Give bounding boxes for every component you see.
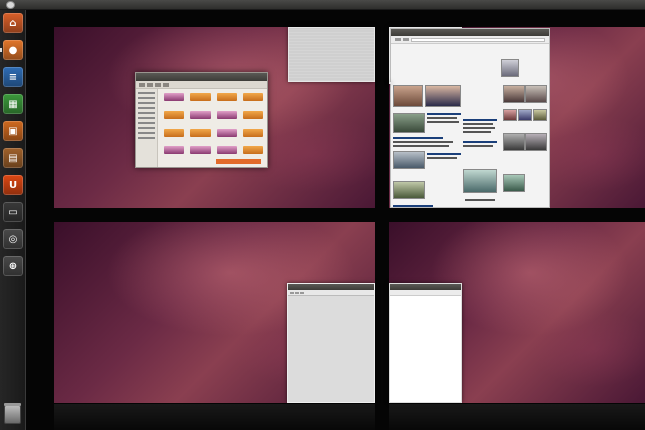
- workspace-switcher-icon[interactable]: ◎: [3, 229, 23, 249]
- folder-icon[interactable]: [242, 146, 263, 155]
- launcher: ⌂ ● ≡ ▦ ▣ ▤ U ▭ ◎ ⊕: [0, 10, 26, 430]
- workspace-reflection: [389, 404, 645, 430]
- folder-icon[interactable]: [216, 128, 237, 137]
- folder-icon[interactable]: [242, 93, 263, 101]
- folder-icon[interactable]: [190, 146, 211, 155]
- terminal-icon[interactable]: ▭: [3, 202, 23, 222]
- top-panel: [0, 0, 645, 10]
- calc-icon[interactable]: ▦: [3, 94, 23, 114]
- folder-icon[interactable]: [190, 93, 211, 101]
- running-indicator: [0, 48, 2, 52]
- folder-icon[interactable]: [242, 110, 263, 119]
- file-manager-toolbar: [136, 81, 267, 89]
- folder-icon[interactable]: [190, 128, 211, 137]
- firefox-icon[interactable]: ●: [3, 40, 23, 60]
- ubuntu-one-icon[interactable]: U: [3, 175, 23, 195]
- browser-window[interactable]: [287, 283, 375, 403]
- selection-status-bar: [216, 159, 261, 164]
- folder-icon[interactable]: [164, 110, 185, 119]
- folder-icon[interactable]: [190, 110, 211, 119]
- placeholder-window[interactable]: [288, 27, 375, 82]
- home-folder-icon[interactable]: ⌂: [3, 13, 23, 33]
- folder-icon[interactable]: [164, 146, 185, 155]
- file-manager-sidebar: [136, 89, 158, 167]
- folder-icon[interactable]: [164, 93, 185, 101]
- window-titlebar[interactable]: [391, 29, 549, 36]
- folder-icon[interactable]: [164, 128, 185, 137]
- folder-icon[interactable]: [216, 146, 237, 155]
- impress-icon[interactable]: ▣: [3, 121, 23, 141]
- folder-icon[interactable]: [242, 128, 263, 137]
- document-toolbar: [390, 290, 461, 296]
- document-window[interactable]: [389, 283, 462, 403]
- dash-search-icon[interactable]: ⊕: [3, 256, 23, 276]
- writer-icon[interactable]: ≡: [3, 67, 23, 87]
- software-center-icon[interactable]: ▤: [3, 148, 23, 168]
- folder-icon[interactable]: [216, 110, 237, 119]
- workspace-switcher-screen: ⌂ ● ≡ ▦ ▣ ▤ U ▭ ◎ ⊕: [0, 0, 645, 430]
- file-manager-window[interactable]: [135, 72, 268, 168]
- folder-grid: [164, 93, 263, 159]
- workspace-reflection: [54, 404, 375, 430]
- window-titlebar[interactable]: [136, 73, 267, 81]
- url-bar[interactable]: [411, 37, 545, 42]
- trash-icon[interactable]: [4, 403, 21, 424]
- browser-toolbar: [391, 36, 549, 44]
- browser-toolbar: [288, 290, 374, 296]
- divider: [389, 82, 391, 84]
- ubuntu-logo-icon[interactable]: [6, 1, 15, 9]
- folder-icon[interactable]: [216, 93, 237, 101]
- browser-window[interactable]: [390, 28, 550, 208]
